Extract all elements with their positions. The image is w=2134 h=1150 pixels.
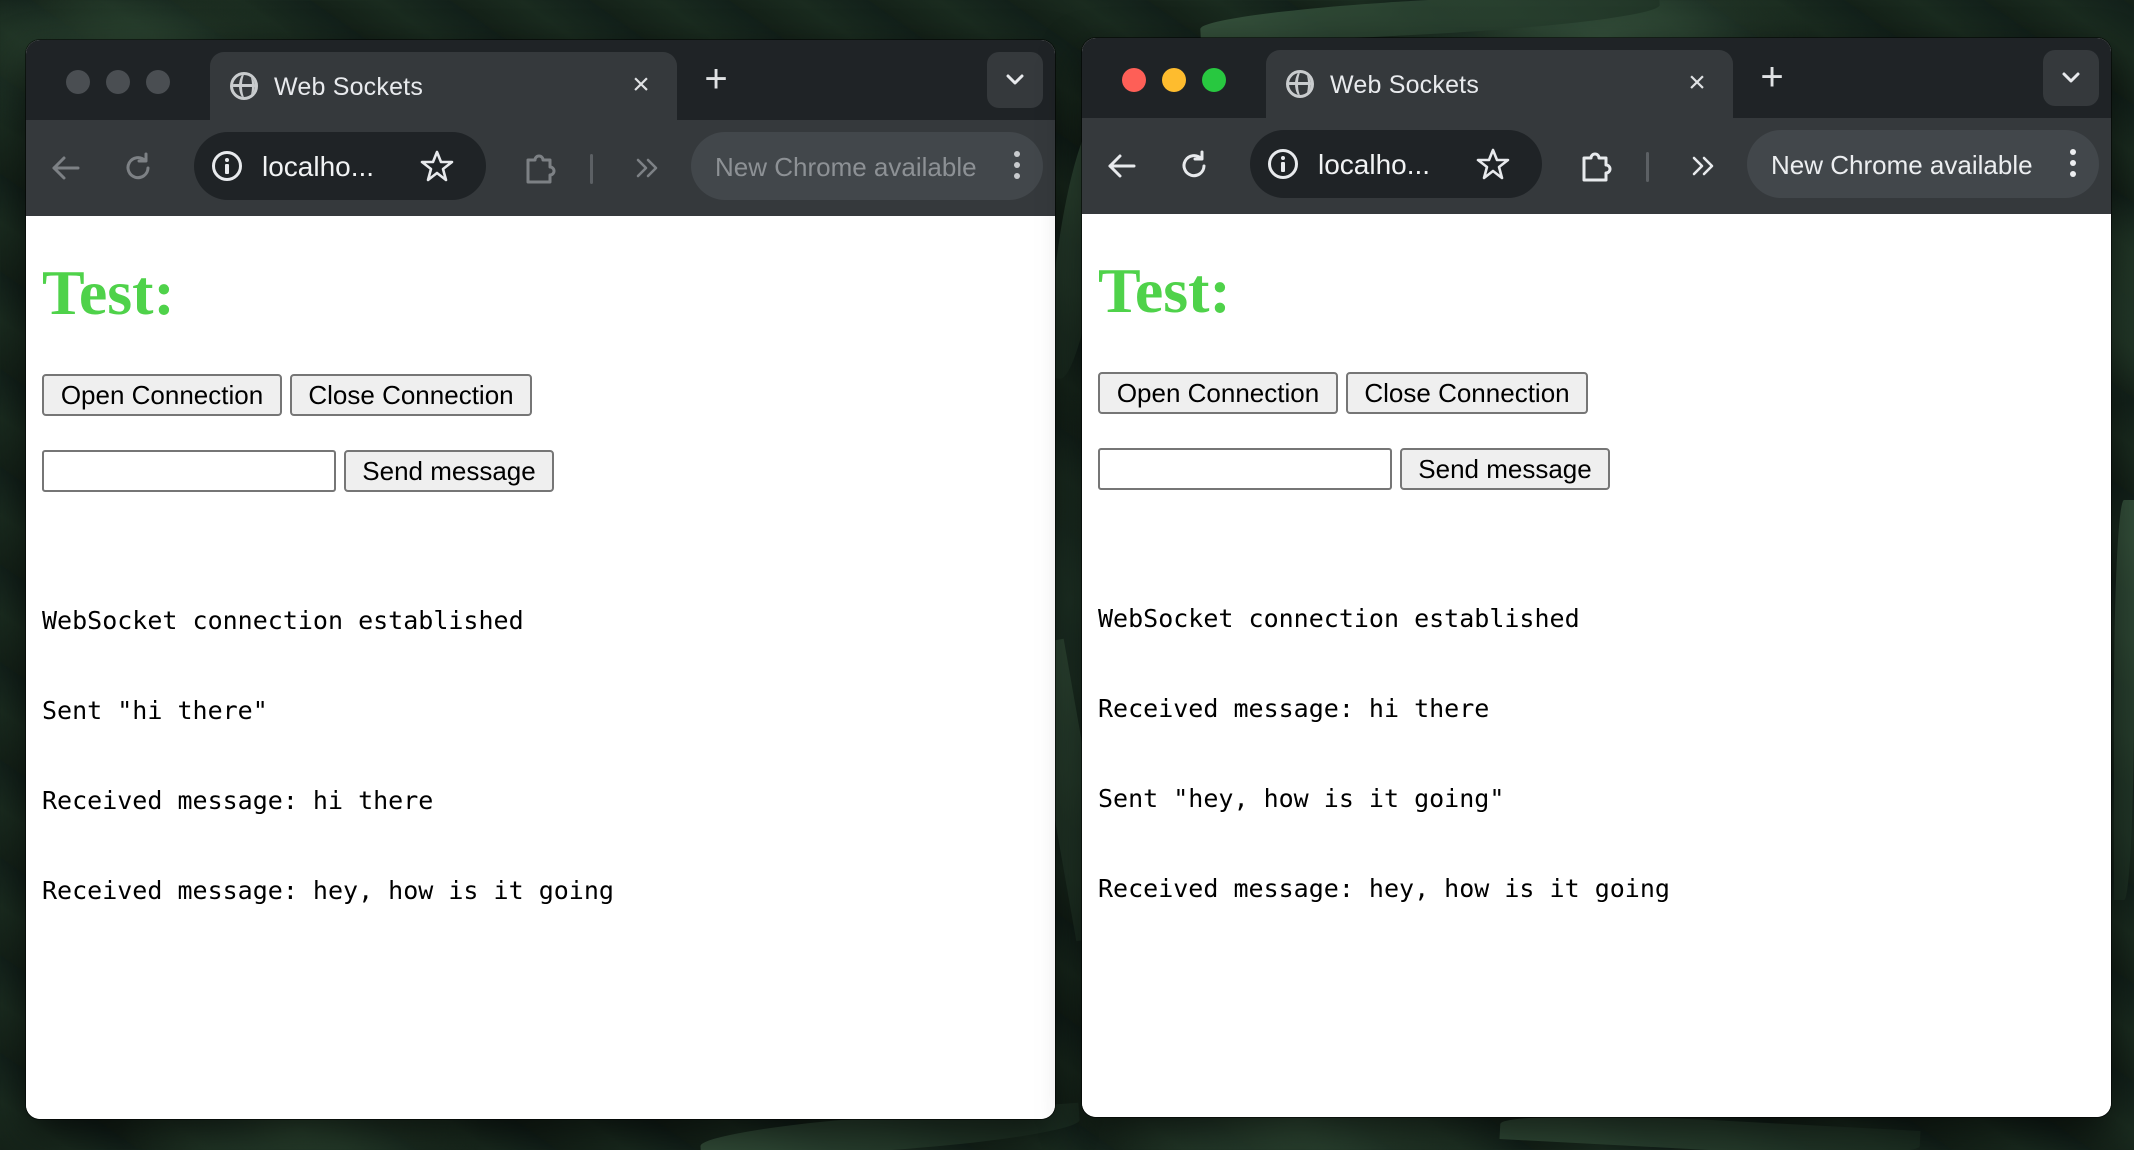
plus-icon[interactable]: + <box>696 59 736 100</box>
double-chevron-right-icon <box>636 158 658 178</box>
double-chevron-right-icon <box>1692 156 1714 176</box>
page-content: Test: Open Connection Close Connection S… <box>26 216 1055 1119</box>
minimize-window-button[interactable] <box>106 70 130 94</box>
close-window-button[interactable] <box>1122 68 1146 92</box>
star-icon <box>420 150 454 182</box>
reload-button[interactable] <box>120 150 156 186</box>
chevron-down-icon <box>2062 72 2080 83</box>
star-icon <box>1476 148 1510 180</box>
close-icon[interactable]: × <box>1683 66 1711 100</box>
browser-window-right: Web Sockets × + localho... New Chrome av… <box>1082 38 2111 1117</box>
log-line: Received message: hi there <box>1098 694 1490 723</box>
back-button[interactable] <box>1104 148 1140 184</box>
send-message-button[interactable]: Send message <box>1400 448 1610 490</box>
bookmark-button[interactable] <box>1476 147 1510 181</box>
page-title: Test: <box>1098 255 1231 326</box>
close-window-button[interactable] <box>66 70 90 94</box>
plus-icon[interactable]: + <box>1752 57 1792 98</box>
close-icon[interactable]: × <box>627 68 655 102</box>
extensions-button[interactable] <box>1578 148 1614 184</box>
browser-window-left: Web Sockets × + localho... New Chrome av… <box>26 40 1055 1119</box>
background-leaf <box>2114 500 2134 900</box>
log-line: Sent "hey, how is it going" <box>1098 784 1505 813</box>
page-content: Test: Open Connection Close Connection S… <box>1082 214 2111 1117</box>
close-connection-button[interactable]: Close Connection <box>290 374 532 416</box>
message-input[interactable] <box>42 450 336 492</box>
tab-search-button[interactable] <box>2043 50 2099 106</box>
tab-title: Web Sockets <box>274 73 424 101</box>
send-message-button[interactable]: Send message <box>344 450 554 492</box>
toolbar: localho... New Chrome available <box>26 120 1055 216</box>
log-line: Received message: hi there <box>42 786 434 815</box>
tab-bar: Web Sockets × + <box>1082 38 2111 118</box>
arrow-left-icon <box>1108 154 1136 178</box>
puzzle-icon <box>526 154 556 184</box>
traffic-lights <box>1122 68 1226 92</box>
url-text: localho... <box>262 151 375 182</box>
message-log: WebSocket connection established Sent "h… <box>42 546 614 966</box>
bookmark-button[interactable] <box>420 149 454 183</box>
message-input[interactable] <box>1098 448 1392 490</box>
message-log: WebSocket connection established Receive… <box>1098 544 1670 964</box>
log-line: Sent "hi there" <box>42 696 268 725</box>
tab-bar: Web Sockets × + <box>26 40 1055 120</box>
reload-icon <box>1182 150 1206 178</box>
log-line: WebSocket connection established <box>42 606 524 635</box>
log-line: WebSocket connection established <box>1098 604 1580 633</box>
tab-title: Web Sockets <box>1330 71 1480 99</box>
puzzle-icon <box>1582 152 1612 182</box>
more-extensions-button[interactable] <box>1686 148 1722 184</box>
chevron-down-icon <box>1006 74 1024 85</box>
zoom-window-button[interactable] <box>146 70 170 94</box>
update-chrome-button[interactable]: New Chrome available <box>691 132 1043 200</box>
open-connection-button[interactable]: Open Connection <box>1098 372 1338 414</box>
log-line: Received message: hey, how is it going <box>42 876 614 905</box>
info-icon[interactable] <box>212 151 242 181</box>
traffic-lights <box>66 70 170 94</box>
kebab-icon[interactable] <box>2069 149 2077 181</box>
reload-button[interactable] <box>1176 148 1212 184</box>
info-icon[interactable] <box>1268 149 1298 179</box>
globe-icon <box>230 72 258 100</box>
toolbar: localho... New Chrome available <box>1082 118 2111 214</box>
minimize-window-button[interactable] <box>1162 68 1186 92</box>
globe-icon <box>1286 70 1314 98</box>
back-button[interactable] <box>48 150 84 186</box>
update-chrome-label: New Chrome available <box>1771 150 2033 180</box>
close-connection-button[interactable]: Close Connection <box>1346 372 1588 414</box>
reload-icon <box>126 152 150 180</box>
tab-search-button[interactable] <box>987 52 1043 108</box>
open-connection-button[interactable]: Open Connection <box>42 374 282 416</box>
update-chrome-button[interactable]: New Chrome available <box>1747 130 2099 198</box>
tab-web-sockets[interactable]: Web Sockets × <box>1266 50 1733 118</box>
kebab-icon[interactable] <box>1013 151 1021 183</box>
address-bar[interactable]: localho... <box>194 132 486 200</box>
arrow-left-icon <box>52 156 80 180</box>
toolbar-divider <box>590 154 593 184</box>
address-bar[interactable]: localho... <box>1250 130 1542 198</box>
page-title: Test: <box>42 257 175 328</box>
zoom-window-button[interactable] <box>1202 68 1226 92</box>
log-line: Received message: hey, how is it going <box>1098 874 1670 903</box>
tab-web-sockets[interactable]: Web Sockets × <box>210 52 677 120</box>
toolbar-divider <box>1646 152 1649 182</box>
url-text: localho... <box>1318 149 1431 180</box>
extensions-button[interactable] <box>522 150 558 186</box>
more-extensions-button[interactable] <box>630 150 666 186</box>
update-chrome-label: New Chrome available <box>715 152 977 182</box>
